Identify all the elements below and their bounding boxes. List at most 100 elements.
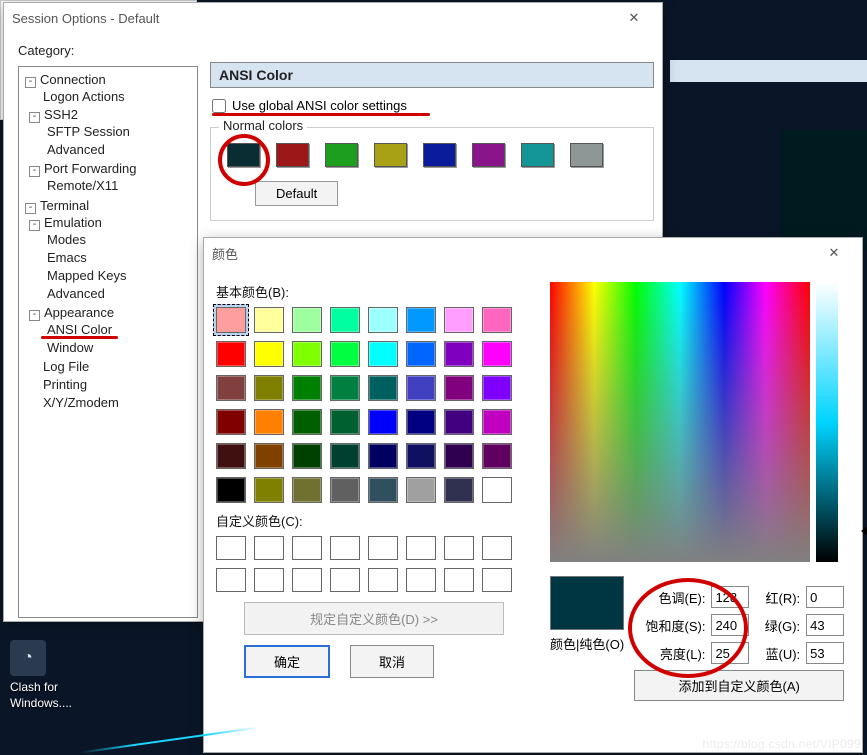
basic-swatch[interactable] [292, 307, 322, 333]
basic-swatch[interactable] [330, 307, 360, 333]
basic-swatch[interactable] [254, 375, 284, 401]
custom-swatch[interactable] [216, 536, 246, 560]
tree-advanced-ssh[interactable]: Advanced [47, 142, 105, 157]
app-icon[interactable]: ◔ [10, 640, 46, 676]
basic-swatch[interactable] [216, 443, 246, 469]
tree-ssh2[interactable]: SSH2 [44, 107, 78, 122]
tree-modes[interactable]: Modes [47, 232, 86, 247]
basic-swatch[interactable] [216, 375, 246, 401]
custom-swatch[interactable] [482, 568, 512, 592]
add-custom-button[interactable]: 添加到自定义颜色(A) [634, 670, 844, 701]
blue-input[interactable] [806, 642, 844, 664]
color-gradient[interactable] [550, 282, 810, 562]
category-tree[interactable]: -Connection Logon Actions -SSH2 SFTP Ses… [18, 66, 198, 618]
basic-swatch[interactable] [482, 307, 512, 333]
basic-swatch[interactable] [216, 409, 246, 435]
close-icon[interactable]: ✕ [814, 239, 854, 267]
tree-collapse-icon[interactable]: - [29, 310, 40, 321]
basic-swatch[interactable] [216, 341, 246, 367]
tree-logfile[interactable]: Log File [43, 359, 89, 374]
custom-swatch[interactable] [330, 536, 360, 560]
tree-xyz[interactable]: X/Y/Zmodem [43, 395, 119, 410]
basic-swatch[interactable] [292, 341, 322, 367]
tree-portfwd[interactable]: Port Forwarding [44, 161, 136, 176]
custom-swatch[interactable] [216, 568, 246, 592]
basic-swatch[interactable] [368, 477, 398, 503]
basic-swatch[interactable] [406, 443, 436, 469]
custom-swatch[interactable] [330, 568, 360, 592]
basic-swatch[interactable] [216, 307, 246, 333]
normal-swatch-4[interactable] [423, 143, 456, 167]
basic-swatch[interactable] [330, 341, 360, 367]
basic-swatch[interactable] [330, 409, 360, 435]
close-icon[interactable]: ✕ [614, 4, 654, 32]
lum-input[interactable] [711, 642, 749, 664]
basic-swatch[interactable] [482, 477, 512, 503]
ok-button[interactable]: 确定 [244, 645, 330, 678]
basic-swatch[interactable] [216, 477, 246, 503]
basic-swatch[interactable] [368, 375, 398, 401]
custom-swatch[interactable] [406, 536, 436, 560]
basic-swatch[interactable] [254, 477, 284, 503]
hue-input[interactable] [711, 586, 749, 608]
tree-sftp[interactable]: SFTP Session [47, 124, 130, 139]
normal-swatch-6[interactable] [521, 143, 554, 167]
basic-swatch[interactable] [292, 409, 322, 435]
luminance-slider[interactable] [816, 282, 838, 562]
basic-swatch[interactable] [292, 477, 322, 503]
custom-swatch[interactable] [292, 568, 322, 592]
basic-swatch[interactable] [444, 443, 474, 469]
basic-swatch[interactable] [482, 443, 512, 469]
basic-swatch[interactable] [254, 409, 284, 435]
global-ansi-checkbox[interactable] [212, 99, 226, 113]
tree-terminal[interactable]: Terminal [40, 198, 89, 213]
luminance-arrow-icon[interactable] [861, 524, 867, 538]
custom-swatch[interactable] [368, 536, 398, 560]
basic-swatch[interactable] [406, 477, 436, 503]
color-titlebar[interactable]: 颜色 ✕ [204, 238, 862, 268]
basic-swatch[interactable] [368, 341, 398, 367]
custom-swatch[interactable] [444, 568, 474, 592]
tree-advanced-emu[interactable]: Advanced [47, 286, 105, 301]
tree-collapse-icon[interactable]: - [25, 203, 36, 214]
basic-swatch[interactable] [368, 307, 398, 333]
custom-swatch[interactable] [254, 568, 284, 592]
tree-connection[interactable]: Connection [40, 72, 106, 87]
basic-swatch[interactable] [292, 375, 322, 401]
tree-mapped[interactable]: Mapped Keys [47, 268, 127, 283]
custom-swatch[interactable] [368, 568, 398, 592]
custom-swatch[interactable] [406, 568, 436, 592]
sat-input[interactable] [711, 614, 749, 636]
basic-swatch[interactable] [444, 341, 474, 367]
basic-swatch[interactable] [368, 443, 398, 469]
normal-swatch-0[interactable] [227, 143, 260, 167]
tree-logon[interactable]: Logon Actions [43, 89, 125, 104]
basic-swatch[interactable] [254, 443, 284, 469]
tree-window[interactable]: Window [47, 340, 93, 355]
basic-swatch[interactable] [482, 375, 512, 401]
basic-swatch[interactable] [482, 341, 512, 367]
basic-swatch[interactable] [368, 409, 398, 435]
tree-collapse-icon[interactable]: - [29, 112, 40, 123]
default-button[interactable]: Default [255, 181, 338, 206]
tree-ansicolor[interactable]: ANSI Color [47, 322, 112, 337]
normal-swatch-3[interactable] [374, 143, 407, 167]
basic-swatch[interactable] [406, 409, 436, 435]
basic-swatch[interactable] [292, 443, 322, 469]
tree-emacs[interactable]: Emacs [47, 250, 87, 265]
tree-collapse-icon[interactable]: - [25, 77, 36, 88]
normal-swatch-7[interactable] [570, 143, 603, 167]
cancel-button[interactable]: 取消 [350, 645, 434, 678]
basic-swatch[interactable] [406, 375, 436, 401]
basic-swatch[interactable] [330, 375, 360, 401]
basic-swatch[interactable] [444, 307, 474, 333]
tree-appearance[interactable]: Appearance [44, 305, 114, 320]
custom-swatch[interactable] [254, 536, 284, 560]
basic-swatch[interactable] [330, 477, 360, 503]
basic-swatch[interactable] [330, 443, 360, 469]
tree-collapse-icon[interactable]: - [29, 166, 40, 177]
custom-swatch[interactable] [482, 536, 512, 560]
normal-swatch-5[interactable] [472, 143, 505, 167]
green-input[interactable] [806, 614, 844, 636]
basic-swatch[interactable] [444, 375, 474, 401]
